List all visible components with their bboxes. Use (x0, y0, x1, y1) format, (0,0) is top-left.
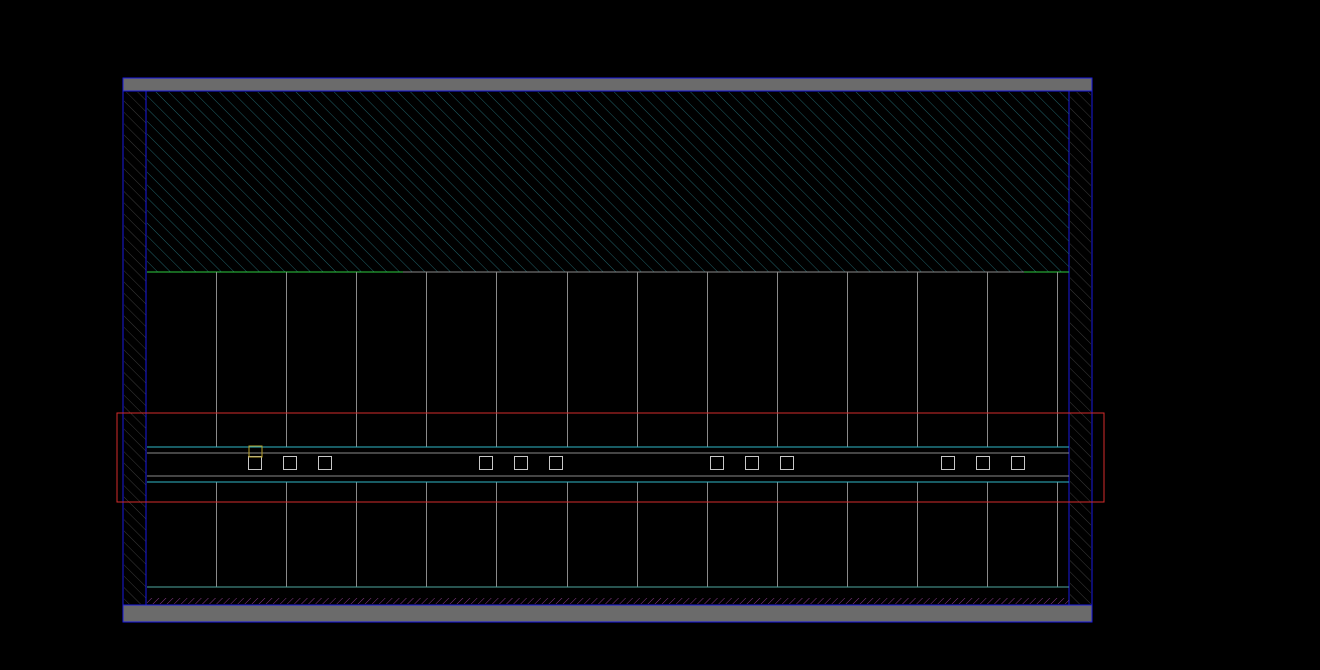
marker-square-1-3[interactable] (318, 456, 332, 470)
partition-lines (216, 272, 1058, 587)
marker-square-3-1[interactable] (710, 456, 724, 470)
marker-square-3-3[interactable] (780, 456, 794, 470)
marker-square-2-1[interactable] (479, 456, 493, 470)
marker-square-3-2[interactable] (745, 456, 759, 470)
first-marker-accent (248, 445, 263, 458)
marker-square-4-1[interactable] (941, 456, 955, 470)
selection-box[interactable] (116, 412, 1105, 503)
marker-square-4-3[interactable] (1011, 456, 1025, 470)
marker-square-2-2[interactable] (514, 456, 528, 470)
top-frame-bar (122, 77, 1093, 92)
marker-square-1-2[interactable] (283, 456, 297, 470)
marker-squares (248, 456, 1025, 470)
top-hatch-region (147, 92, 1069, 272)
left-side-hatch (124, 92, 146, 604)
cad-drawing-canvas (116, 77, 1105, 623)
bottom-frame-bar (122, 604, 1093, 623)
floor-hatch-strip (147, 598, 1069, 604)
marker-square-2-3[interactable] (549, 456, 563, 470)
right-side-hatch (1070, 92, 1091, 604)
marker-square-1-1[interactable] (248, 456, 262, 470)
marker-square-4-2[interactable] (976, 456, 990, 470)
